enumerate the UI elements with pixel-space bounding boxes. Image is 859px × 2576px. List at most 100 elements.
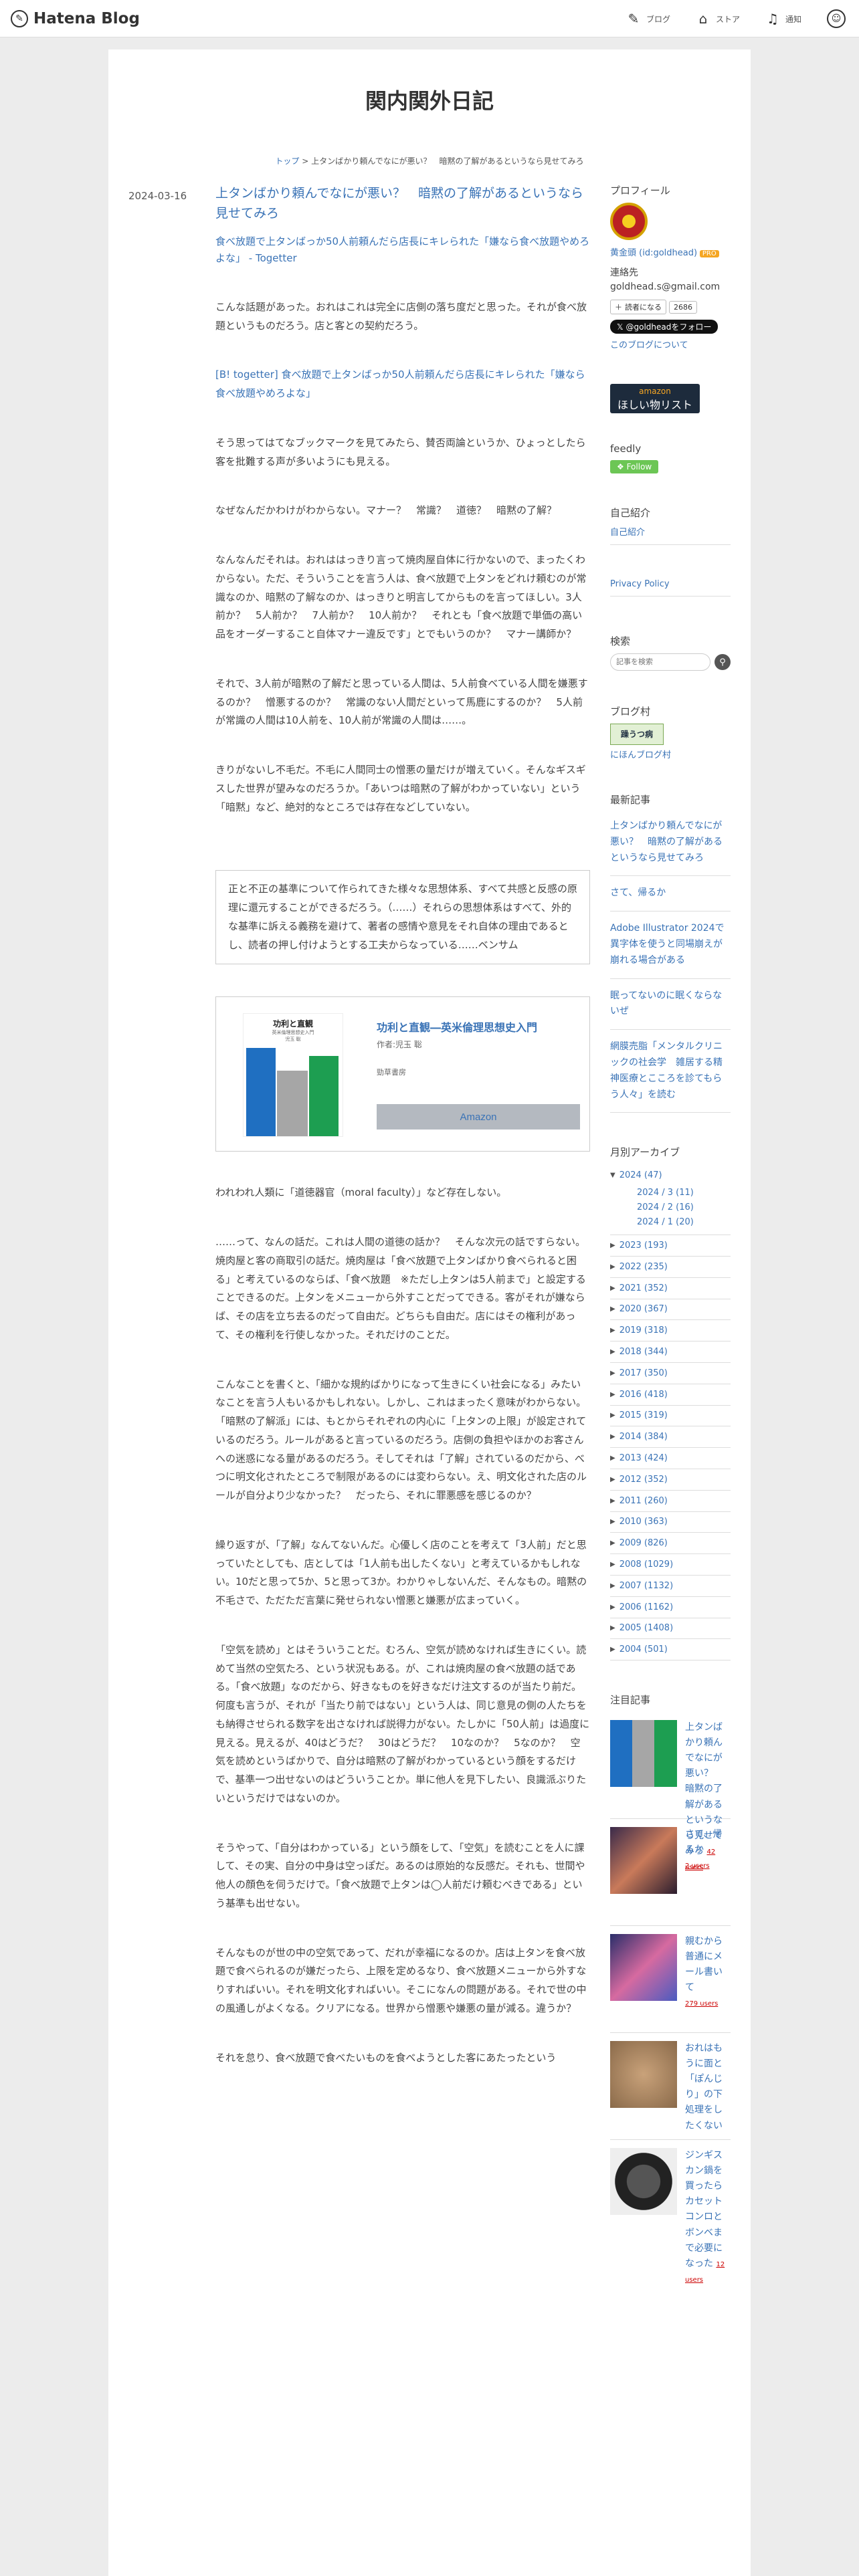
notification-button[interactable]: ♫ 通知 (765, 11, 801, 26)
archive-year[interactable]: ▶ 2017 (350) (610, 1363, 731, 1384)
archive-year[interactable]: ▶ 2020 (367) (610, 1299, 731, 1321)
amazon-wishlist-button[interactable]: amazon ほしい物リスト (610, 384, 700, 413)
archive-year[interactable]: ▶ 2004 (501) (610, 1639, 731, 1661)
amazon-button[interactable]: Amazon (377, 1104, 580, 1130)
archive-year[interactable]: ▶ 2012 (352) (610, 1469, 731, 1491)
archive-month[interactable]: 2024 / 2 (16) (610, 1200, 731, 1215)
site-title[interactable]: 関内関外日記 (108, 84, 751, 115)
book-card: 功利と直観 英米倫理思想史入門 児玉 聡 功利と直観―英米倫理思想史入門 作者:… (215, 996, 590, 1152)
feedly-follow-button[interactable]: ❖ Follow (610, 460, 659, 473)
pro-badge: PRO (699, 250, 719, 257)
profile-heading: プロフィール (610, 185, 670, 197)
archive-year[interactable]: ▶ 2008 (1029) (610, 1554, 731, 1576)
about-link[interactable]: このブログについて (610, 340, 688, 350)
quote-block: 正と不正の基準について作られてきた様々な思想体系、すべて共感と反感の原理に還元す… (215, 870, 590, 965)
togetter-link[interactable]: 食べ放題で上タンばっか50人前頼んだら店長にキレられた「嫌なら食べ放題やめろよな… (215, 233, 590, 267)
blogmura-heading: ブログ村 (610, 706, 651, 718)
user-icon[interactable]: ☺ (827, 9, 846, 28)
archive-year[interactable]: ▶ 2016 (418) (610, 1384, 731, 1406)
avatar[interactable] (610, 203, 648, 240)
book-cover-image[interactable]: 功利と直観 英米倫理思想史入門 児玉 聡 (243, 1013, 343, 1138)
noted-thumbnail (610, 1934, 677, 2002)
privacy-policy-link[interactable]: Privacy Policy (610, 579, 670, 589)
noted-item[interactable]: 上タンばかり頼んでなにが悪い？ 暗黙の了解があるというなら見せてみろ 42 us… (610, 1712, 731, 1871)
reader-count: 2686 (669, 300, 697, 314)
hatena-logo-icon: ✎ (11, 9, 28, 27)
recent-item[interactable]: 眠ってないのに眠くならないぜ (610, 979, 731, 1031)
archive-year[interactable]: ▶ 2015 (319) (610, 1406, 731, 1427)
paragraph: なんなんだそれは。おれははっきり言って焼肉屋自体に行かないので、まったくわからな… (215, 554, 587, 641)
archive-year[interactable]: ▶ 2013 (424) (610, 1448, 731, 1469)
triangle-right-icon: ▶ (610, 1242, 615, 1250)
book-title-link[interactable]: 功利と直観―英米倫理思想史入門 (377, 1018, 537, 1035)
recent-item[interactable]: 上タンばかり頼んでなにが悪い？ 暗黙の了解があるというなら見せてみろ (610, 809, 731, 877)
article-body: 上タンばかり頼んでなにが悪い？ 暗黙の了解があるというなら見せてみろ 食べ放題で… (215, 183, 590, 2098)
triangle-right-icon: ▶ (610, 1475, 615, 1483)
noted-item[interactable]: おれはもうに面と「ぽんじり」の下処理をしたくない (610, 2033, 731, 2141)
noted-item[interactable]: 親むから普通にメール書いて 279 users (610, 1926, 731, 2034)
blogmura-link[interactable]: にほんブログ村 (610, 750, 671, 760)
triangle-right-icon: ▶ (610, 1561, 615, 1568)
recent-item[interactable]: Adobe Illustrator 2024で異字体を使うと同場崩えが崩れる場合… (610, 911, 731, 979)
paragraph: そう思ってはてなブックマークを見てみたら、賛否両論というか、ひょっとしたら客を批… (215, 436, 586, 467)
recent-list: 上タンばかり頼んでなにが悪い？ 暗黙の了解があるというなら見せてみろ さて、帰る… (610, 809, 731, 1113)
hatena-blog-logo[interactable]: ✎ Hatena Blog (11, 9, 140, 27)
recent-item[interactable]: 網膜売脂「メンタルクリニックの社会学 雑居する精神医療とこころを診てもらう人々」… (610, 1030, 731, 1113)
triangle-right-icon: ▶ (610, 1305, 615, 1313)
archive-year[interactable]: ▶ 2014 (384) (610, 1426, 731, 1448)
article-title[interactable]: 上タンばかり頼んでなにが悪い？ 暗黙の了解があるというなら見せてみろ (215, 183, 590, 224)
search-input[interactable] (610, 653, 710, 671)
archive-year[interactable]: ▶ 2011 (260) (610, 1491, 731, 1512)
recent-item[interactable]: さて、帰るか (610, 876, 731, 912)
book-publisher: 勁草書房 (377, 1068, 406, 1077)
hatebu-link[interactable]: [B! togetter] 食べ放題で上タンばっか50人前頼んだら店長にキレられ… (215, 366, 590, 403)
archive-year[interactable]: ▶ 2006 (1162) (610, 1597, 731, 1618)
intro-link-row: 自己紹介 (610, 525, 731, 545)
archive-year[interactable]: ▶ 2023 (193) (610, 1235, 731, 1257)
subscribe-button[interactable]: ＋読者になる (610, 300, 666, 314)
archive-year-2024[interactable]: ▼ 2024 (47) (610, 1164, 731, 1186)
search-icon[interactable]: ⚲ (714, 654, 731, 670)
noted-item[interactable]: さて、帰るか 2 users (610, 1819, 731, 1927)
x-follow-button[interactable]: 𝕏 @goldheadをフォロー (610, 320, 719, 334)
contact-block: 連絡先 goldhead.s@gmail.com (610, 266, 731, 294)
blogmura-badge[interactable]: 躁うつ病 (610, 724, 664, 745)
triangle-right-icon: ▶ (610, 1646, 615, 1654)
archive-year[interactable]: ▶ 2005 (1408) (610, 1618, 731, 1640)
cover-bar (246, 1048, 276, 1137)
triangle-right-icon: ▶ (610, 1284, 615, 1292)
reader-row: ＋読者になる 2686 (610, 300, 731, 314)
archive-heading: 月別アーカイブ (610, 1146, 680, 1159)
article-date[interactable]: 2024-03-16 (128, 190, 187, 202)
feedly-icon: ❖ (617, 462, 627, 471)
blog-menu-button[interactable]: ✎ ブログ (626, 11, 670, 26)
users-count[interactable]: 279 users (685, 2000, 718, 2008)
cover-bar (309, 1056, 339, 1137)
store-menu-button[interactable]: ⌂ ストア (696, 11, 740, 26)
archive-year[interactable]: ▶ 2021 (352) (610, 1278, 731, 1299)
archive-year[interactable]: ▶ 2019 (318) (610, 1320, 731, 1342)
archive-year[interactable]: ▶ 2010 (363) (610, 1512, 731, 1533)
top-actions: ✎ ブログ ⌂ ストア ♫ 通知 ☺ (626, 9, 846, 28)
archive-year[interactable]: ▶ 2018 (344) (610, 1341, 731, 1363)
triangle-right-icon: ▶ (610, 1624, 615, 1632)
users-count[interactable]: 2 users (685, 1862, 710, 1870)
profile-name-link[interactable]: 黄金頭 (id:goldhead) (610, 248, 697, 258)
top-bar: ✎ Hatena Blog ✎ ブログ ⌂ ストア ♫ 通知 ☺ (0, 0, 859, 37)
paragraph: われわれ人類に「道徳器官（moral faculty）」など存在しない。 (215, 1186, 507, 1199)
intro-link[interactable]: 自己紹介 (610, 528, 645, 538)
triangle-right-icon: ▶ (610, 1327, 615, 1335)
paragraph: なぜなんだかわけがわからない。マナー？ 常識？ 道徳？ 暗黙の了解？ (215, 504, 557, 517)
archive-year[interactable]: ▶ 2009 (826) (610, 1533, 731, 1555)
archive-month[interactable]: 2024 / 1 (20) (610, 1215, 731, 1236)
archive-year[interactable]: ▶ 2007 (1132) (610, 1576, 731, 1597)
archive-year[interactable]: ▶ 2022 (235) (610, 1257, 731, 1278)
breadcrumb-top-link[interactable]: トップ (275, 156, 299, 166)
edit-icon: ✎ (628, 11, 640, 27)
triangle-down-icon: ▼ (610, 1171, 615, 1179)
archive-month[interactable]: 2024 / 3 (11) (610, 1186, 731, 1200)
paragraph: そうやって、「自分はわかっている」という顔をして、「空気」を読むことを人に課して… (215, 1841, 585, 1909)
noted-item[interactable]: ジンギスカン鍋を買ったらカセットコンロとボンベまで必要になった 12 users (610, 2140, 731, 2284)
noted-thumbnail (610, 1827, 677, 1895)
triangle-right-icon: ▶ (610, 1390, 615, 1398)
